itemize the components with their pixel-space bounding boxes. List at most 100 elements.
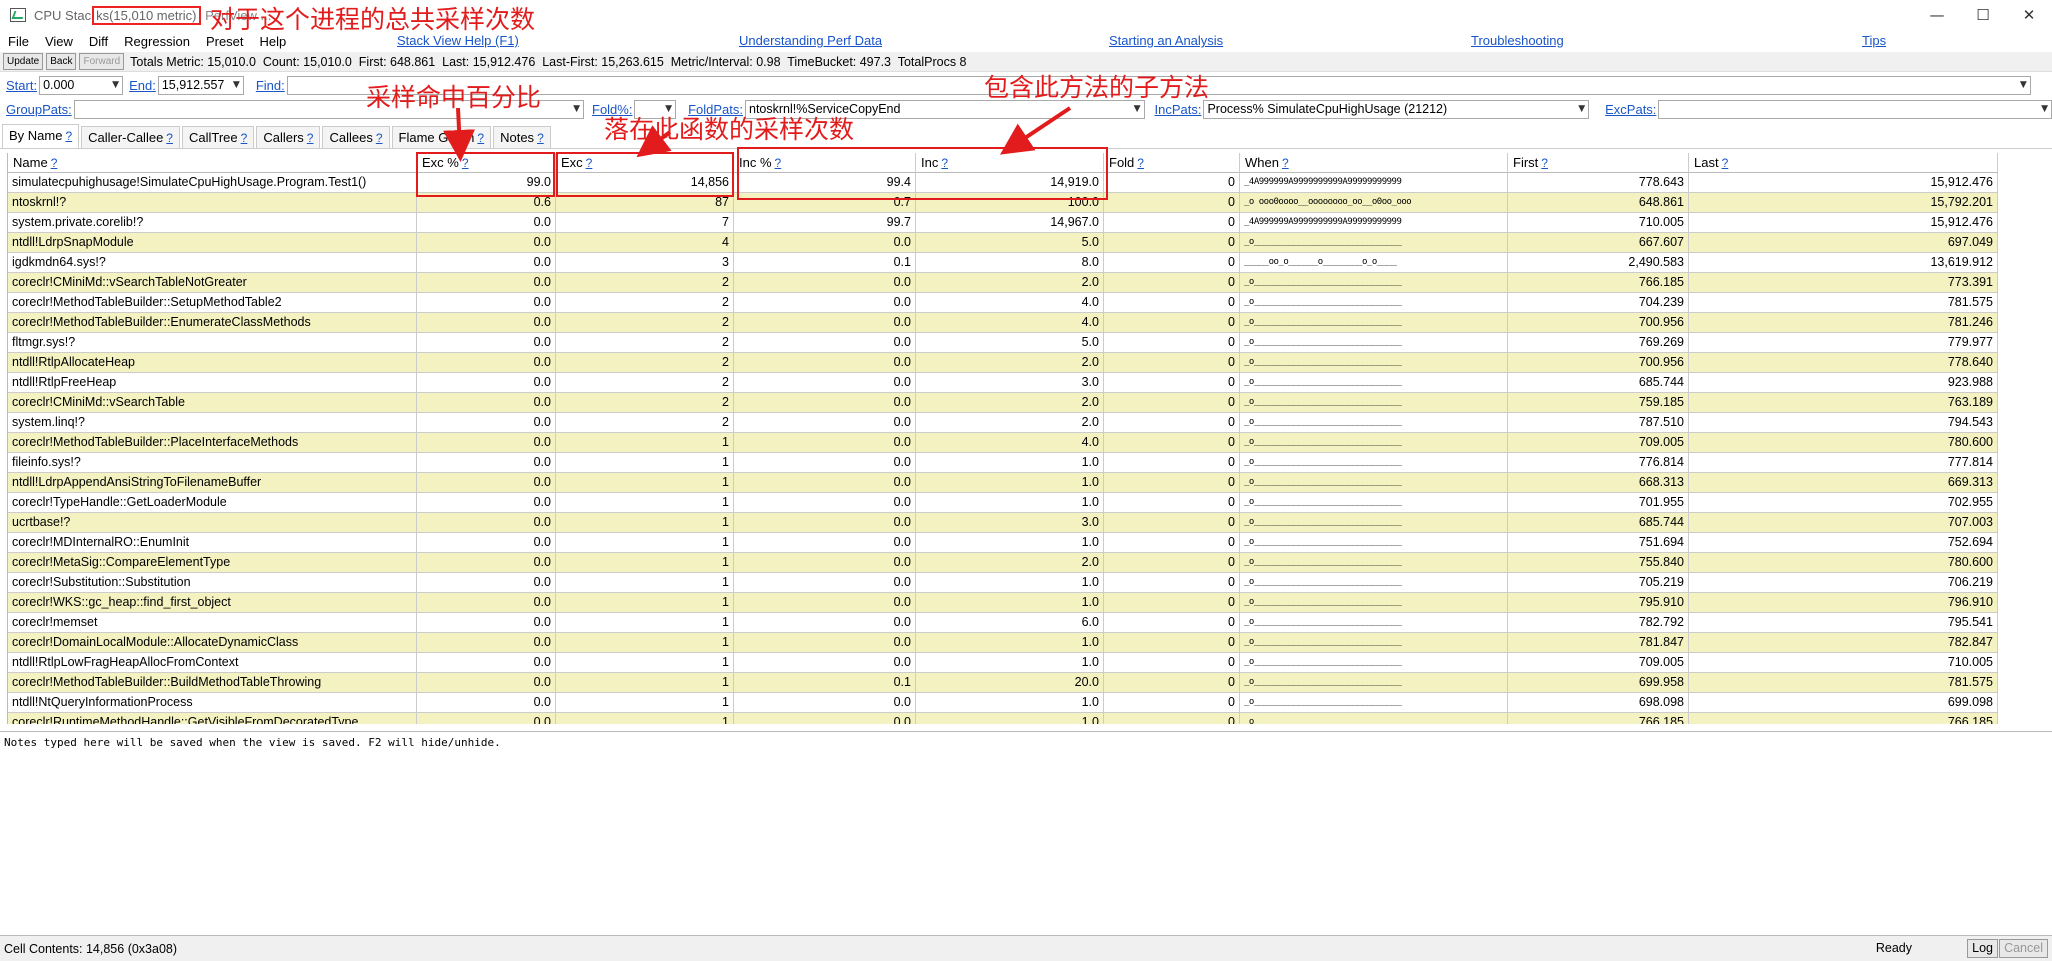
end-label[interactable]: End: xyxy=(129,78,156,93)
cell-inc[interactable]: 8.0 xyxy=(916,253,1104,273)
cell-when[interactable]: _o______________________________ xyxy=(1240,573,1508,593)
cell-when[interactable]: _o______________________________ xyxy=(1240,273,1508,293)
cell-exc-pct[interactable]: 0.0 xyxy=(417,633,556,653)
chevron-down-icon[interactable]: ▼ xyxy=(233,80,240,90)
cell-inc-pct[interactable]: 0.0 xyxy=(734,333,916,353)
cell-inc-pct[interactable]: 0.1 xyxy=(734,253,916,273)
cell-first[interactable]: 709.005 xyxy=(1508,653,1689,673)
cell-exc[interactable]: 2 xyxy=(556,333,734,353)
tab-by-name[interactable]: By Name? xyxy=(2,124,80,148)
cell-last[interactable]: 706.219 xyxy=(1689,573,1998,593)
cell-fold[interactable]: 0 xyxy=(1104,473,1240,493)
chevron-down-icon[interactable]: ▼ xyxy=(573,104,580,114)
cell-when[interactable]: _____oo_o______o________o_o____ xyxy=(1240,253,1508,273)
cell-exc[interactable]: 1 xyxy=(556,713,734,724)
cell-inc[interactable]: 1.0 xyxy=(916,493,1104,513)
cell-exc[interactable]: 87 xyxy=(556,193,734,213)
cell-exc[interactable]: 7 xyxy=(556,213,734,233)
cell-first[interactable]: 769.269 xyxy=(1508,333,1689,353)
cell-inc[interactable]: 14,919.0 xyxy=(916,173,1104,193)
cell-name[interactable]: ntdll!RtlpLowFragHeapAllocFromContext xyxy=(8,653,417,673)
cell-fold[interactable]: 0 xyxy=(1104,593,1240,613)
cell-exc[interactable]: 2 xyxy=(556,313,734,333)
help-icon[interactable]: ? xyxy=(376,131,383,145)
cell-first[interactable]: 759.185 xyxy=(1508,393,1689,413)
cell-name[interactable]: ntdll!NtQueryInformationProcess xyxy=(8,693,417,713)
cell-when[interactable]: _o______________________________ xyxy=(1240,553,1508,573)
cell-exc-pct[interactable]: 0.0 xyxy=(417,293,556,313)
cell-first[interactable]: 776.814 xyxy=(1508,453,1689,473)
cell-inc[interactable]: 1.0 xyxy=(916,573,1104,593)
cell-inc-pct[interactable]: 0.0 xyxy=(734,713,916,724)
cell-first[interactable]: 700.956 xyxy=(1508,353,1689,373)
cell-exc-pct[interactable]: 0.0 xyxy=(417,213,556,233)
cell-exc[interactable]: 2 xyxy=(556,353,734,373)
cell-last[interactable]: 752.694 xyxy=(1689,533,1998,553)
cell-inc-pct[interactable]: 0.0 xyxy=(734,553,916,573)
cell-first[interactable]: 668.313 xyxy=(1508,473,1689,493)
cell-exc[interactable]: 1 xyxy=(556,553,734,573)
cell-fold[interactable]: 0 xyxy=(1104,513,1240,533)
cell-inc[interactable]: 1.0 xyxy=(916,713,1104,724)
cell-first[interactable]: 685.744 xyxy=(1508,373,1689,393)
table-row[interactable]: igdkmdn64.sys!? 0.0 3 0.1 8.0 0 _____oo_o_____… xyxy=(8,253,1998,273)
cell-exc[interactable]: 1 xyxy=(556,593,734,613)
cell-last[interactable]: 794.543 xyxy=(1689,413,1998,433)
link-troubleshooting[interactable]: Troubleshooting xyxy=(1471,33,1564,48)
cancel-button[interactable]: Cancel xyxy=(1999,939,2048,958)
help-icon[interactable]: ? xyxy=(941,156,948,170)
cell-first[interactable]: 700.956 xyxy=(1508,313,1689,333)
cell-fold[interactable]: 0 xyxy=(1104,493,1240,513)
cell-name[interactable]: coreclr!WKS::gc_heap::find_first_object xyxy=(8,593,417,613)
cell-exc-pct[interactable]: 0.0 xyxy=(417,313,556,333)
cell-exc-pct[interactable]: 0.0 xyxy=(417,453,556,473)
column-header-exc[interactable]: Exc? xyxy=(556,153,734,173)
table-row[interactable]: coreclr!MethodTableBuilder::SetupMethodT… xyxy=(8,293,1998,313)
cell-first[interactable]: 751.694 xyxy=(1508,533,1689,553)
cell-inc-pct[interactable]: 0.0 xyxy=(734,473,916,493)
cell-inc-pct[interactable]: 99.7 xyxy=(734,213,916,233)
cell-when[interactable]: _4A999999A9999999999A99999999999 xyxy=(1240,213,1508,233)
table-row[interactable]: coreclr!MethodTableBuilder::EnumerateCla… xyxy=(8,313,1998,333)
cell-fold[interactable]: 0 xyxy=(1104,453,1240,473)
table-row[interactable]: ntdll!RtlpFreeHeap 0.0 2 0.0 3.0 0 _o_________… xyxy=(8,373,1998,393)
cell-when[interactable]: _o______________________________ xyxy=(1240,453,1508,473)
cell-first[interactable]: 787.510 xyxy=(1508,413,1689,433)
cell-exc-pct[interactable]: 0.0 xyxy=(417,553,556,573)
table-row[interactable]: ntdll!LdrpAppendAnsiStringToFilenameBuff… xyxy=(8,473,1998,493)
help-icon[interactable]: ? xyxy=(462,156,469,170)
cell-name[interactable]: coreclr!Substitution::Substitution xyxy=(8,573,417,593)
cell-when[interactable]: _o______________________________ xyxy=(1240,393,1508,413)
help-icon[interactable]: ? xyxy=(1541,156,1548,170)
chevron-down-icon[interactable]: ▼ xyxy=(2041,104,2048,114)
cell-name[interactable]: coreclr!MethodTableBuilder::SetupMethodT… xyxy=(8,293,417,313)
column-header-when[interactable]: When? xyxy=(1240,153,1508,173)
cell-exc-pct[interactable]: 0.0 xyxy=(417,513,556,533)
cell-exc-pct[interactable]: 0.0 xyxy=(417,673,556,693)
table-row[interactable]: system.private.corelib!? 0.0 7 99.7 14,967.0… xyxy=(8,213,1998,233)
cell-name[interactable]: ntdll!LdrpSnapModule xyxy=(8,233,417,253)
cell-exc-pct[interactable]: 0.0 xyxy=(417,253,556,273)
table-row[interactable]: coreclr!MethodTableBuilder::PlaceInterfa… xyxy=(8,433,1998,453)
help-icon[interactable]: ? xyxy=(586,156,593,170)
cell-first[interactable]: 667.607 xyxy=(1508,233,1689,253)
cell-last[interactable]: 780.600 xyxy=(1689,433,1998,453)
cell-inc-pct[interactable]: 0.0 xyxy=(734,513,916,533)
find-label[interactable]: Find: xyxy=(256,78,285,93)
cell-name[interactable]: coreclr!MDInternalRO::EnumInit xyxy=(8,533,417,553)
cell-exc-pct[interactable]: 0.0 xyxy=(417,693,556,713)
cell-fold[interactable]: 0 xyxy=(1104,533,1240,553)
chevron-down-icon[interactable]: ▼ xyxy=(112,80,119,90)
help-icon[interactable]: ? xyxy=(1282,156,1289,170)
cell-first[interactable]: 781.847 xyxy=(1508,633,1689,653)
cell-last[interactable]: 795.541 xyxy=(1689,613,1998,633)
cell-inc-pct[interactable]: 0.0 xyxy=(734,373,916,393)
cell-fold[interactable]: 0 xyxy=(1104,413,1240,433)
cell-last[interactable]: 781.575 xyxy=(1689,293,1998,313)
incpats-input[interactable]: Process% SimulateCpuHighUsage (21212) ▼ xyxy=(1203,99,1590,119)
cell-first[interactable]: 795.910 xyxy=(1508,593,1689,613)
cell-name[interactable]: coreclr!RuntimeMethodHandle::GetVisibleF… xyxy=(8,713,417,724)
table-row[interactable]: coreclr!CMiniMd::vSearchTableNotGreater 0… xyxy=(8,273,1998,293)
cell-exc-pct[interactable]: 0.0 xyxy=(417,653,556,673)
cell-when[interactable]: _o______________________________ xyxy=(1240,673,1508,693)
